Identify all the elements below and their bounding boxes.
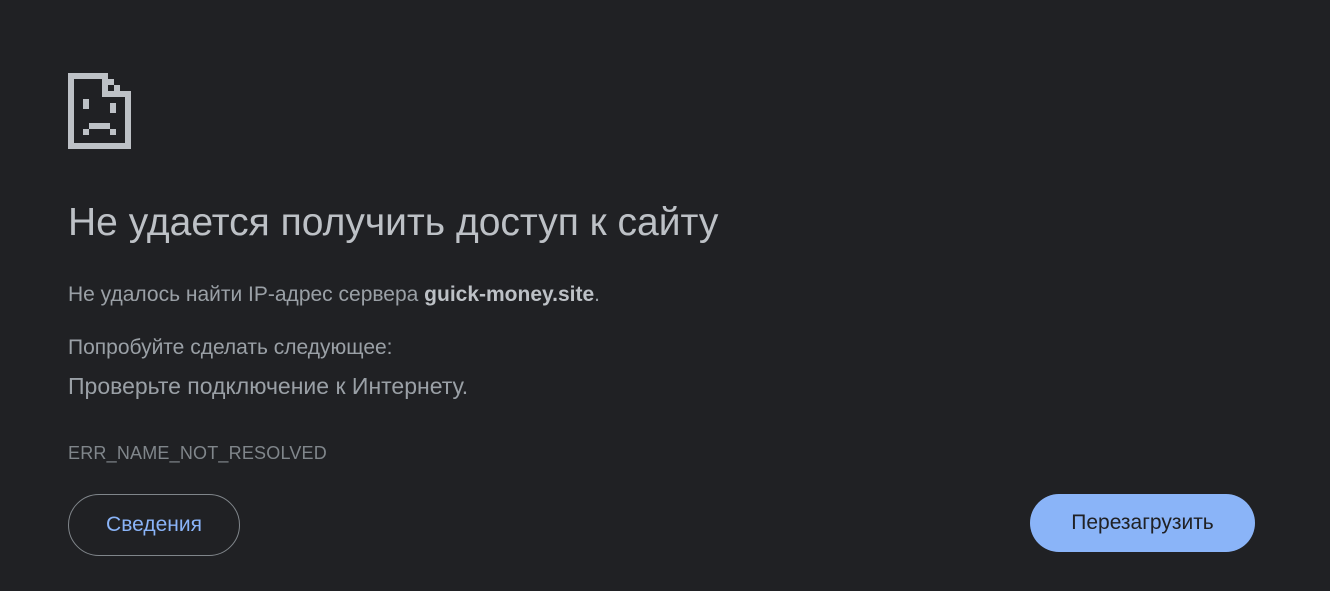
error-message-text: Не удалось найти IP-адрес сервера xyxy=(68,283,425,306)
reload-button[interactable]: Перезагрузить xyxy=(1030,494,1255,552)
suggestion-check-connection: Проверьте подключение к Интернету. xyxy=(68,373,469,399)
error-page: Не удается получить доступ к сайту Не уд… xyxy=(0,0,1330,591)
host-name: guick-money.site xyxy=(424,283,595,306)
suggestions-heading: Попробуйте сделать следующее: xyxy=(68,336,393,359)
error-message-suffix: . xyxy=(594,283,601,306)
error-code: ERR_NAME_NOT_RESOLVED xyxy=(68,443,327,463)
sad-document-icon xyxy=(68,73,131,149)
page-title: Не удается получить доступ к сайту xyxy=(68,201,719,244)
details-button[interactable]: Сведения xyxy=(68,494,240,556)
error-message: Не удалось найти IP-адрес сервера guick-… xyxy=(68,282,600,308)
